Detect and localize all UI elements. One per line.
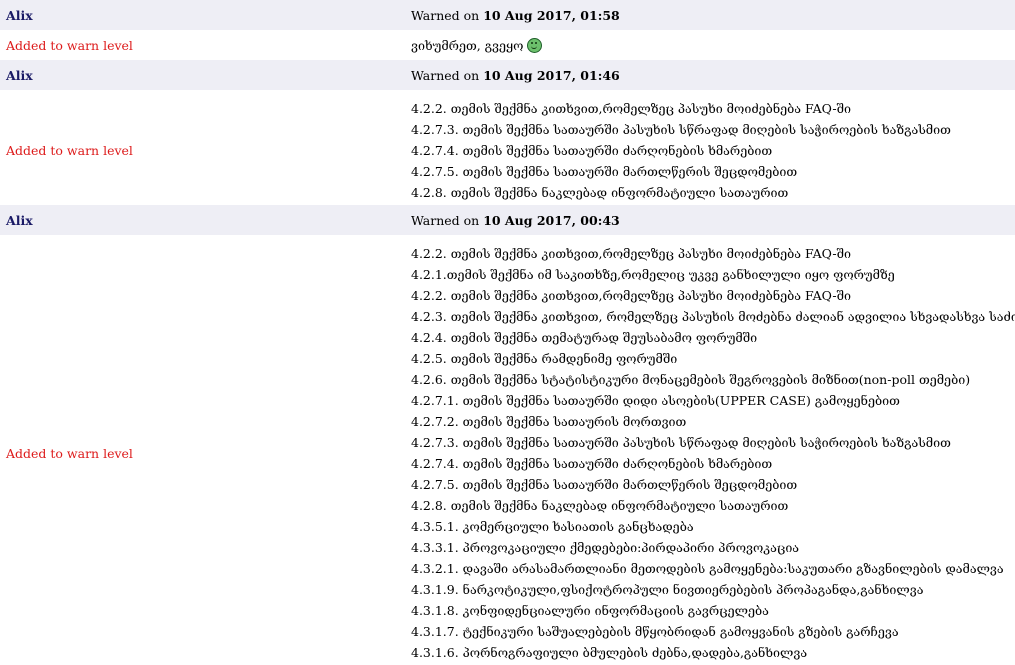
warn-note: Added to warn level — [6, 445, 133, 461]
rule-line: 4.2.2. თემის შექმნა კითხვით,რომელზეც პას… — [411, 246, 851, 261]
warn-entry-header: Alix Warned on 10 Aug 2017, 01:46 — [0, 60, 1015, 90]
warn-reason-text: ვიხუმრეთ, გვეყო — [411, 37, 524, 53]
rule-line: 4.3.3.1. პროვოკაციული ქმედებები:პირდაპირ… — [411, 540, 800, 555]
rule-line: 4.2.3. თემის შექმნა კითხვით, რომელზეც პა… — [411, 309, 1015, 324]
warn-entry-body: Added to warn level 4.2.2. თემის შექმნა … — [0, 90, 1015, 205]
warn-entry-body: Added to warn level ვიხუმრეთ, გვეყო — [0, 30, 1015, 60]
rule-line: 4.2.6. თემის შექმნა სტატისტიკური მონაცემ… — [411, 372, 971, 387]
rule-line: 4.3.1.8. კონფიდენციალური ინფორმაციის გავ… — [411, 603, 769, 618]
rule-line: 4.2.7.1. თემის შექმნა სათაურში დიდი ასოე… — [411, 393, 900, 408]
smiley-icon — [527, 37, 543, 53]
rule-line: 4.3.1.9. ნარკოტიკული,ფსიქოტროპული ნივთიე… — [411, 582, 924, 597]
warned-date-line: Warned on 10 Aug 2017, 01:58 — [404, 0, 1015, 30]
rule-line: 4.2.7.4. თემის შექმნა სათაურში ძარღონები… — [411, 143, 773, 158]
warn-entry-header: Alix Warned on 10 Aug 2017, 00:43 — [0, 205, 1015, 235]
rule-line: 4.2.7.4. თემის შექმნა სათაურში ძარღონები… — [411, 456, 773, 471]
warn-note: Added to warn level — [6, 37, 133, 53]
warned-date: 10 Aug 2017, 01:46 — [483, 67, 620, 83]
warned-by-user[interactable]: Alix — [6, 213, 33, 228]
warn-reason-list: 4.2.2. თემის შექმნა კითხვით,რომელზეც პას… — [404, 98, 1015, 203]
rule-line: 4.2.2. თემის შექმნა კითხვით,რომელზეც პას… — [411, 101, 851, 116]
warned-date: 10 Aug 2017, 01:58 — [483, 7, 620, 23]
rule-line: 4.2.2. თემის შექმნა კითხვით,რომელზეც პას… — [411, 288, 851, 303]
warned-by-user[interactable]: Alix — [6, 68, 33, 83]
rule-line: 4.3.1.7. ტექნიკური საშუალებების მწყობრიდ… — [411, 624, 899, 639]
rule-line: 4.2.4. თემის შექმნა თემატურად შეუსაბამო … — [411, 330, 758, 345]
warned-date: 10 Aug 2017, 00:43 — [483, 212, 620, 228]
rule-line: 4.2.5. თემის შექმნა რამდენიმე ფორუმში — [411, 351, 678, 366]
warned-prefix: Warned on — [411, 212, 480, 228]
warn-entry-header: Alix Warned on 10 Aug 2017, 01:58 — [0, 0, 1015, 30]
warned-prefix: Warned on — [411, 67, 480, 83]
warn-note: Added to warn level — [6, 143, 133, 158]
warned-by-user[interactable]: Alix — [6, 8, 33, 23]
warn-reason-list: 4.2.2. თემის შექმნა კითხვით,რომელზეც პას… — [404, 243, 1015, 663]
rule-line: 4.2.8. თემის შექმნა ნაკლებად ინფორმატიულ… — [411, 185, 789, 200]
rule-line: 4.3.1.6. პორნოგრაფიული ბმულების ძებნა,და… — [411, 645, 808, 660]
warn-reason: ვიხუმრეთ, გვეყო — [404, 30, 1015, 60]
rule-line: 4.3.2.1. დავაში არასამართლიანი მეთოდების… — [411, 561, 1004, 576]
warned-date-line: Warned on 10 Aug 2017, 00:43 — [404, 205, 1015, 235]
rule-line: 4.2.7.5. თემის შექმნა სათაურში მართლწერი… — [411, 477, 798, 492]
rule-line: 4.2.7.3. თემის შექმნა სათაურში პასუხის ს… — [411, 435, 951, 450]
rule-line: 4.2.1.თემის შექმნა იმ საკითხზე,რომელიც უ… — [411, 267, 895, 282]
rule-line: 4.2.8. თემის შექმნა ნაკლებად ინფორმატიულ… — [411, 498, 789, 513]
warn-entry-body: Added to warn level 4.2.2. თემის შექმნა … — [0, 235, 1015, 663]
rule-line: 4.2.7.3. თემის შექმნა სათაურში პასუხის ს… — [411, 122, 951, 137]
rule-line: 4.3.5.1. კომერციული ხასიათის განცხადება — [411, 519, 694, 534]
rule-line: 4.2.7.2. თემის შექმნა სათაურის მორთვით — [411, 414, 687, 429]
rule-line: 4.2.7.5. თემის შექმნა სათაურში მართლწერი… — [411, 164, 798, 179]
warned-prefix: Warned on — [411, 7, 480, 23]
warned-date-line: Warned on 10 Aug 2017, 01:46 — [404, 60, 1015, 90]
